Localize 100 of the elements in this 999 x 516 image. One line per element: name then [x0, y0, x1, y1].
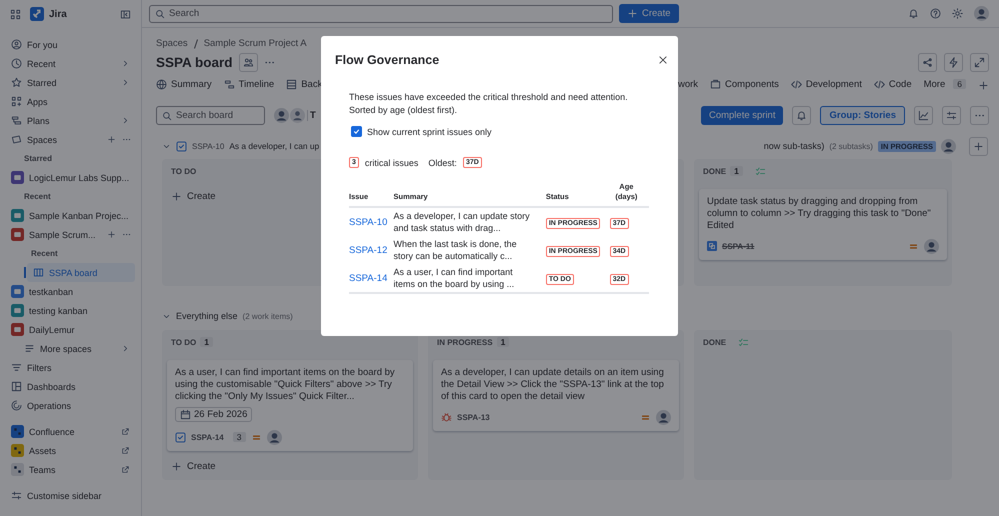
tab[interactable]: Summary: [156, 78, 212, 92]
breadcrumb-link[interactable]: Sample Scrum Project A: [204, 38, 307, 49]
slash-separator-icon: [194, 38, 198, 48]
create-button[interactable]: Create: [619, 4, 679, 23]
tab[interactable]: Development: [790, 78, 862, 92]
nav-item[interactable]: Starred: [6, 73, 135, 92]
card-summary: As a user, I can find important items on the board by using the customisable "Quick Filters" above >> Try clicking the "Only My Issues" Quick Filter...: [175, 367, 396, 403]
story-checkbox-icon: [176, 140, 187, 152]
app-switcher-icon[interactable]: [10, 8, 21, 20]
add-column-button[interactable]: [969, 136, 988, 156]
user-icon[interactable]: [290, 108, 305, 123]
due-date: 26 Feb 2026: [175, 407, 252, 422]
plus-icon[interactable]: [107, 135, 116, 144]
issue-key-link[interactable]: SSPA-12: [349, 244, 388, 256]
tab[interactable]: Back: [286, 78, 322, 92]
sidebar-toggle-icon[interactable]: [120, 8, 131, 20]
count-badge: 6: [953, 79, 966, 89]
clock-icon: [11, 58, 22, 69]
more-tab[interactable]: More 6: [924, 78, 966, 92]
sprint-filter-checkbox[interactable]: Show current sprint issues only: [351, 126, 650, 137]
share-button[interactable]: [918, 52, 937, 72]
card-summary: As a developer, I can update details on an item using the Detail View >> Click the "SSPA-13" link at the top of this card to open the detail view: [441, 367, 665, 403]
expand-icon: [974, 56, 985, 68]
nav-item[interactable]: Spaces: [6, 130, 101, 149]
app-link[interactable]: Confluence: [6, 422, 135, 441]
lane-title: As a developer, I can up: [229, 141, 320, 151]
notification-button[interactable]: [792, 106, 812, 125]
avatar-icon[interactable]: [274, 108, 289, 123]
app-logo-icon: [11, 444, 24, 457]
lightning-icon: [948, 56, 959, 68]
group-by-button[interactable]: Group: Stories: [820, 106, 905, 125]
space-avatar-icon: [11, 171, 24, 184]
tab[interactable]: work: [678, 78, 698, 92]
issue-card[interactable]: As a developer, I can update details on an item using the Detail View >> Click the "SSPA-13" link at the top of this card to open the detail view SSPA-13: [433, 360, 679, 431]
space-item[interactable]: Sample Kanban Projec...: [6, 206, 134, 225]
issue-key-link[interactable]: SSPA-10: [192, 142, 224, 150]
issue-key[interactable]: SSPA-13: [457, 412, 490, 422]
avatar-icon[interactable]: [974, 6, 989, 21]
subtask-count: 3: [232, 432, 246, 442]
nav-item[interactable]: For you: [6, 35, 135, 54]
plus-icon[interactable]: [107, 230, 116, 239]
nav-item[interactable]: Operations: [6, 396, 135, 415]
search-field[interactable]: Search: [149, 4, 613, 22]
code-icon: [874, 78, 885, 90]
nav-item[interactable]: Filters: [6, 358, 135, 377]
issue-key-link[interactable]: SSPA-14: [349, 272, 388, 284]
search-field[interactable]: Search board: [156, 106, 265, 125]
chevron-icon: [121, 59, 130, 68]
tab[interactable]: Timeline: [224, 78, 274, 92]
issue-summary: As a user, I can find important items on the board by using ...: [394, 267, 514, 289]
board-item[interactable]: SSPA board: [27, 263, 135, 282]
issue-summary: When the last task is done, the story can be automatically c...: [394, 239, 517, 261]
lane-title: now sub-tasks): [764, 141, 824, 151]
checkbox[interactable]: [351, 126, 362, 137]
app-link[interactable]: Teams: [6, 460, 135, 479]
fullscreen-button[interactable]: [970, 52, 989, 72]
tab[interactable]: Components: [710, 78, 779, 92]
help-icon[interactable]: [930, 8, 941, 19]
space-item[interactable]: LogicLemur Labs Supp...: [6, 168, 134, 187]
issue-key[interactable]: SSPA-11: [722, 242, 754, 250]
dialog-description: These issues have exceeded the critical threshold and need attention. Sorted by age (oldest first).: [349, 91, 629, 116]
close-icon[interactable]: [658, 54, 668, 64]
app-link[interactable]: Assets: [6, 441, 135, 460]
space-item[interactable]: DailyLemur: [6, 320, 131, 339]
code-icon: [790, 78, 802, 90]
space-item[interactable]: testkanban: [6, 282, 131, 301]
create-button[interactable]: Create: [167, 451, 413, 480]
section-heading: Recent: [23, 191, 52, 203]
insights-button[interactable]: [914, 106, 933, 125]
issue-card[interactable]: As a user, I can find important items on the board by using the customisable "Quick Filters" above >> Try clicking the "Only My Issues" Quick Filter... 26 Feb 2026 SSPA-14 3: [167, 360, 413, 451]
plus-icon[interactable]: [978, 80, 989, 90]
nav-item[interactable]: Apps: [6, 92, 135, 111]
space-item[interactable]: Sample Scrum...: [6, 225, 101, 244]
tab[interactable]: Code: [874, 78, 912, 92]
automation-button[interactable]: [944, 52, 963, 72]
space-item[interactable]: testing kanban: [6, 301, 131, 320]
nav-item[interactable]: More spaces: [6, 339, 135, 358]
complete-sprint-button[interactable]: Complete sprint: [700, 106, 784, 125]
summary-label: critical issues: [364, 158, 418, 168]
issue-card[interactable]: Update task status by dragging and dropping from column to column >> Try dragging this task to "Done" Edited SSPA-11: [699, 189, 947, 260]
nav-item[interactable]: Dashboards: [6, 377, 135, 396]
section-heading: Recent: [30, 248, 59, 260]
notification-icon[interactable]: [908, 8, 919, 19]
issue-key-link[interactable]: SSPA-10: [349, 216, 388, 228]
view-settings-button[interactable]: [942, 106, 961, 125]
spiral-icon: [11, 400, 22, 411]
team-button[interactable]: [238, 52, 258, 72]
space-avatar-icon: [11, 323, 24, 336]
filter-icon: [11, 362, 22, 373]
filter-button[interactable]: T: [307, 110, 316, 121]
avatar-icon: [656, 410, 671, 424]
external-link-icon: [121, 465, 130, 474]
nav-item[interactable]: Plans: [6, 111, 135, 130]
customise-sidebar-link[interactable]: Customise sidebar: [6, 486, 135, 505]
bell-icon: [796, 110, 808, 121]
issue-key[interactable]: SSPA-14: [191, 432, 224, 442]
nav-item[interactable]: Recent: [6, 54, 135, 73]
breadcrumb-link[interactable]: Spaces: [156, 38, 188, 49]
jira-logo-icon[interactable]: [30, 7, 44, 21]
settings-icon[interactable]: [952, 8, 963, 19]
